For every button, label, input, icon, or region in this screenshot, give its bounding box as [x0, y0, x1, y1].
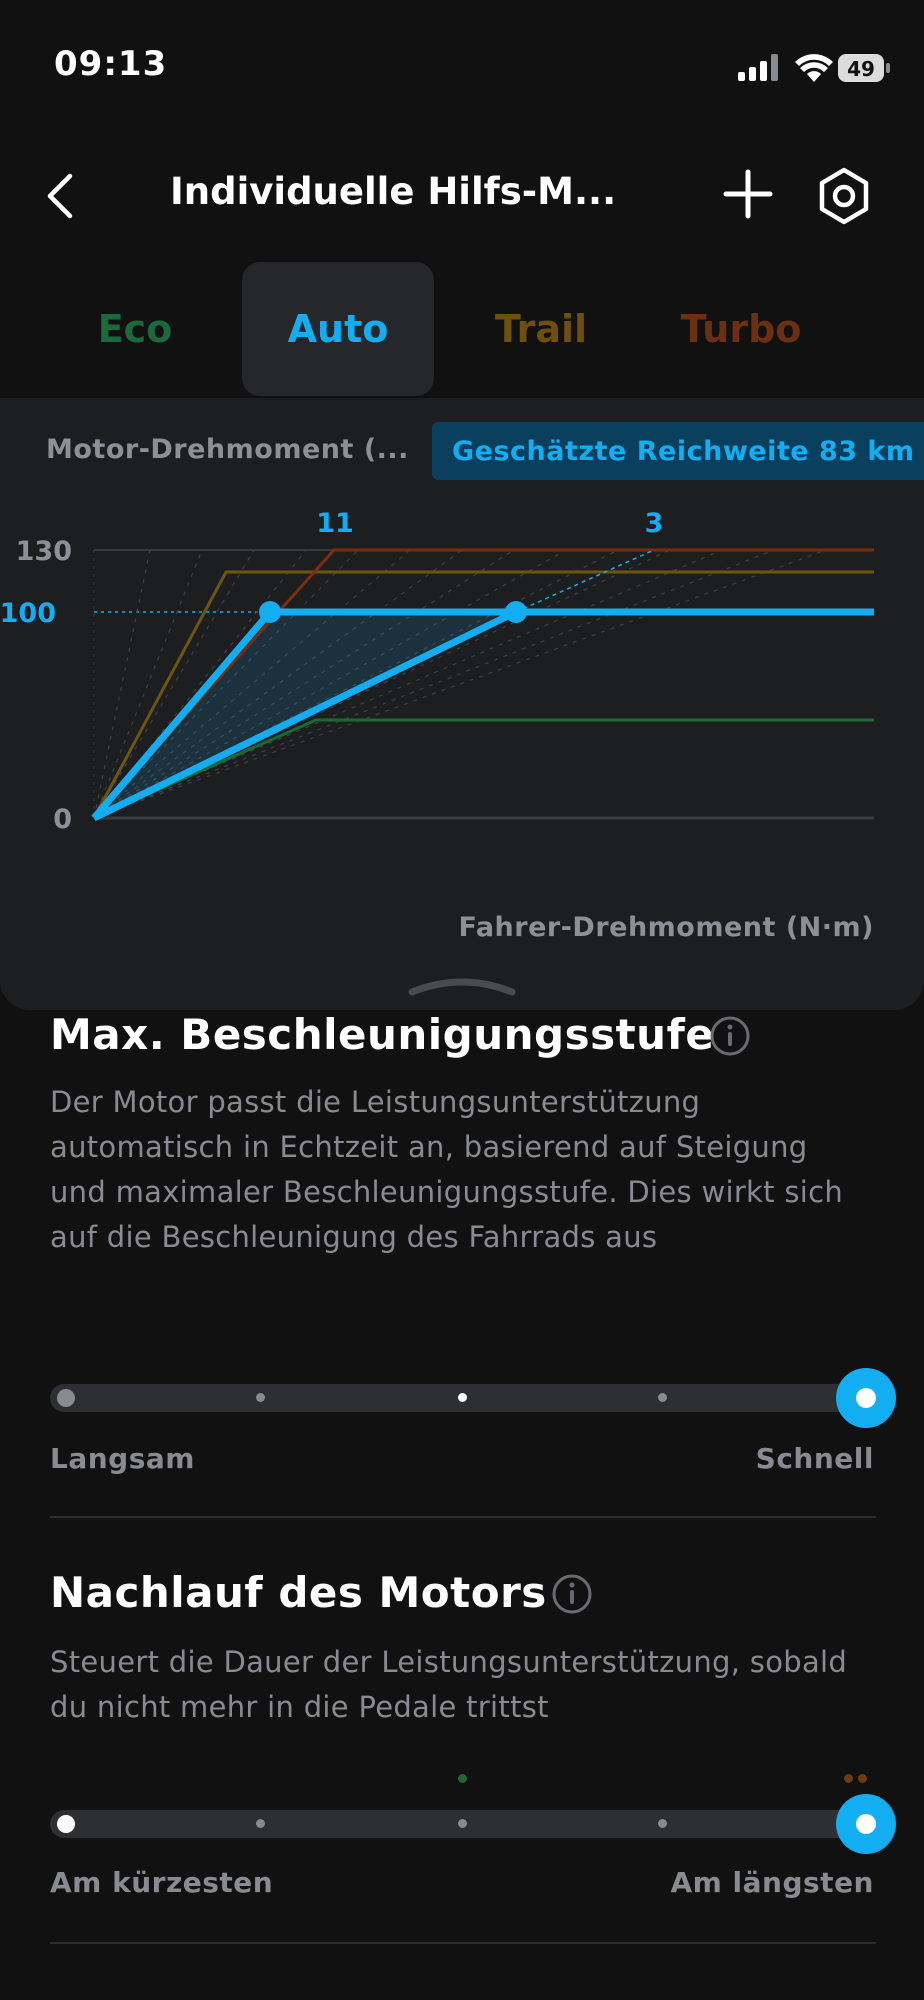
- status-time: 09:13: [54, 44, 168, 84]
- reference-fan-line: [93, 549, 775, 819]
- status-icons: 49: [734, 48, 894, 88]
- section-divider: [50, 1516, 876, 1518]
- battery-icon: 49: [838, 54, 890, 82]
- accel-min-label: Langsam: [50, 1442, 195, 1475]
- accel-slider[interactable]: [50, 1384, 876, 1412]
- y-tick-0: 0: [53, 804, 72, 835]
- overrun-description: Steuert die Dauer der Leistungsunterstüt…: [50, 1645, 848, 1724]
- tab-auto[interactable]: Auto: [242, 262, 434, 396]
- trail-mode-marker: [858, 1774, 867, 1783]
- curve-handle-left[interactable]: [259, 601, 281, 623]
- slider-tick: [256, 1819, 265, 1828]
- tab-eco[interactable]: Eco: [40, 262, 230, 396]
- info-icon[interactable]: [550, 1572, 594, 1616]
- overrun-slider-thumb[interactable]: [836, 1794, 896, 1854]
- page-title: Individuelle Hilfs-M...: [170, 170, 617, 213]
- x-axis-label: Fahrer-Drehmoment (N·m): [458, 912, 874, 943]
- nav-bar: Individuelle Hilfs-M...: [0, 150, 924, 240]
- top-label-11: 11: [316, 508, 354, 539]
- battery-level: 49: [847, 57, 875, 81]
- tab-turbo[interactable]: Turbo: [646, 262, 836, 396]
- tab-trail[interactable]: Trail: [446, 262, 636, 396]
- tab-auto-label: Auto: [287, 307, 389, 351]
- label-3-guide: [515, 549, 655, 613]
- chip-motor-torque[interactable]: Motor-Drehmoment (...: [46, 434, 409, 465]
- y-tick-100: 100: [0, 598, 56, 629]
- eco-mode-marker: [458, 1774, 467, 1783]
- hexagon-settings-icon: [819, 167, 869, 225]
- accel-section: Max. Beschleunigungsstufe Der Motor pass…: [0, 1010, 924, 1520]
- chip-estimated-range[interactable]: Geschätzte Reichweite 83 km ›: [432, 422, 924, 480]
- tab-turbo-label: Turbo: [680, 307, 802, 351]
- accel-description: Der Motor passt die Leistungsunterstützu…: [50, 1085, 844, 1254]
- section-divider: [50, 1942, 876, 1944]
- assist-curve-chart: 130 100 0 11 3: [0, 508, 874, 835]
- collapse-handle-icon[interactable]: [408, 976, 516, 998]
- mode-tabs: Eco Auto Trail Turbo: [0, 262, 924, 398]
- slider-tick: [658, 1393, 667, 1402]
- overrun-max-label: Am längsten: [670, 1866, 874, 1899]
- slider-tick: [57, 1389, 75, 1407]
- status-bar: 09:13 49: [0, 0, 924, 120]
- overrun-title: Nachlauf des Motors: [50, 1568, 547, 1617]
- reference-fan-lines: [93, 549, 827, 819]
- cellular-signal-icon: [738, 54, 778, 81]
- tab-trail-label: Trail: [494, 307, 588, 351]
- assist-chart-card: Motor-Drehmoment (... Geschätzte Reichwe…: [0, 398, 924, 1010]
- slider-tick: [57, 1815, 75, 1833]
- add-button[interactable]: [718, 164, 778, 224]
- top-label-3: 3: [645, 508, 664, 539]
- slider-tick: [658, 1819, 667, 1828]
- slider-tick: [458, 1819, 467, 1828]
- turbo-mode-marker: [844, 1774, 853, 1783]
- slider-tick: [256, 1393, 265, 1402]
- chart-chips: Motor-Drehmoment (... Geschätzte Reichwe…: [0, 420, 924, 480]
- reference-fan-line: [93, 549, 827, 819]
- settings-button[interactable]: [812, 164, 876, 228]
- curve-handle-right[interactable]: [505, 601, 527, 623]
- back-button[interactable]: [38, 168, 88, 224]
- info-icon[interactable]: [708, 1014, 752, 1058]
- wifi-icon: [795, 54, 833, 82]
- overrun-section: Nachlauf des Motors Steuert die Dauer de…: [0, 1568, 924, 1948]
- overrun-min-label: Am kürzesten: [50, 1866, 274, 1899]
- y-tick-130: 130: [16, 536, 72, 567]
- overrun-slider[interactable]: [50, 1810, 876, 1838]
- tab-eco-label: Eco: [97, 307, 173, 351]
- slider-tick: [458, 1393, 467, 1402]
- accel-title: Max. Beschleunigungsstufe: [50, 1010, 715, 1059]
- chevron-left-icon: [47, 173, 73, 219]
- accel-slider-thumb[interactable]: [836, 1368, 896, 1428]
- plus-icon: [723, 169, 773, 219]
- accel-max-label: Schnell: [755, 1442, 874, 1475]
